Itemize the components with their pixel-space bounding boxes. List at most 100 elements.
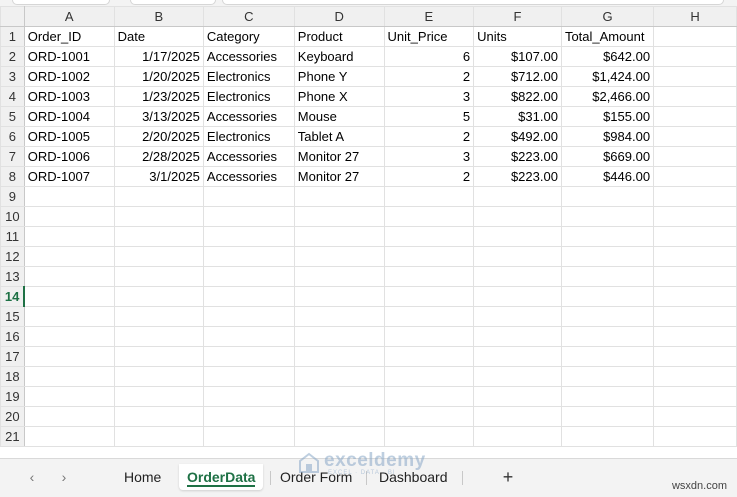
empty-cell[interactable] [653, 46, 737, 67]
data-cell[interactable]: $984.00 [560, 126, 655, 147]
empty-cell[interactable] [473, 346, 562, 367]
empty-cell[interactable] [293, 346, 385, 367]
empty-cell[interactable] [293, 186, 385, 207]
row-header[interactable]: 8 [0, 166, 25, 187]
data-cell[interactable]: Accessories [202, 146, 295, 167]
data-cell[interactable]: Tablet A [293, 126, 385, 147]
data-cell[interactable]: 3/1/2025 [113, 166, 204, 187]
empty-cell[interactable] [653, 186, 737, 207]
empty-cell[interactable] [473, 206, 562, 227]
empty-cell[interactable] [653, 106, 737, 127]
empty-cell[interactable] [653, 26, 737, 47]
data-cell[interactable]: $223.00 [473, 146, 562, 167]
empty-cell[interactable] [202, 326, 295, 347]
tab-orderdata[interactable]: OrderData [179, 464, 264, 490]
empty-cell[interactable] [653, 126, 737, 147]
column-header-h[interactable]: H [653, 6, 737, 27]
empty-cell[interactable] [113, 426, 204, 447]
data-cell[interactable]: 2 [383, 166, 475, 187]
data-cell[interactable]: 2 [383, 126, 475, 147]
empty-cell[interactable] [23, 226, 115, 247]
empty-cell[interactable] [113, 306, 204, 327]
empty-cell[interactable] [560, 326, 655, 347]
empty-cell[interactable] [202, 366, 295, 387]
empty-cell[interactable] [560, 306, 655, 327]
data-cell[interactable]: 6 [383, 46, 475, 67]
tab-dashboard[interactable]: Dashboard [371, 464, 456, 490]
empty-cell[interactable] [202, 266, 295, 287]
empty-cell[interactable] [560, 366, 655, 387]
header-cell[interactable]: Order_ID [23, 26, 115, 47]
row-header[interactable]: 10 [0, 206, 25, 227]
empty-cell[interactable] [653, 366, 737, 387]
data-cell[interactable]: Phone Y [293, 66, 385, 87]
empty-cell[interactable] [383, 226, 475, 247]
data-cell[interactable]: 3 [383, 146, 475, 167]
row-header[interactable]: 11 [0, 226, 25, 247]
add-sheet-button[interactable]: + [498, 464, 518, 490]
empty-cell[interactable] [383, 186, 475, 207]
empty-cell[interactable] [383, 386, 475, 407]
column-header-g[interactable]: G [560, 6, 655, 27]
empty-cell[interactable] [202, 346, 295, 367]
empty-cell[interactable] [23, 346, 115, 367]
data-cell[interactable]: Keyboard [293, 46, 385, 67]
empty-cell[interactable] [293, 326, 385, 347]
header-cell[interactable]: Total_Amount [560, 26, 655, 47]
empty-cell[interactable] [202, 426, 295, 447]
data-cell[interactable]: 1/20/2025 [113, 66, 204, 87]
empty-cell[interactable] [113, 186, 204, 207]
empty-cell[interactable] [383, 366, 475, 387]
row-header[interactable]: 17 [0, 346, 25, 367]
column-header-f[interactable]: F [473, 6, 562, 27]
data-cell[interactable]: Phone X [293, 86, 385, 107]
data-cell[interactable]: 5 [383, 106, 475, 127]
empty-cell[interactable] [653, 406, 737, 427]
column-header-c[interactable]: C [202, 6, 295, 27]
empty-cell[interactable] [560, 426, 655, 447]
data-cell[interactable]: $822.00 [473, 86, 562, 107]
empty-cell[interactable] [383, 326, 475, 347]
data-cell[interactable]: Accessories [202, 166, 295, 187]
empty-cell[interactable] [560, 246, 655, 267]
data-cell[interactable]: $31.00 [473, 106, 562, 127]
empty-cell[interactable] [560, 406, 655, 427]
empty-cell[interactable] [113, 266, 204, 287]
data-cell[interactable]: $492.00 [473, 126, 562, 147]
empty-cell[interactable] [653, 66, 737, 87]
empty-cell[interactable] [473, 426, 562, 447]
empty-cell[interactable] [293, 286, 385, 307]
empty-cell[interactable] [473, 406, 562, 427]
data-cell[interactable]: Accessories [202, 106, 295, 127]
tab-home[interactable]: Home [116, 464, 169, 490]
data-cell[interactable]: Monitor 27 [293, 166, 385, 187]
empty-cell[interactable] [23, 266, 115, 287]
empty-cell[interactable] [113, 246, 204, 267]
data-cell[interactable]: $2,466.00 [560, 86, 655, 107]
empty-cell[interactable] [653, 286, 737, 307]
data-cell[interactable]: $1,424.00 [560, 66, 655, 87]
header-cell[interactable]: Units [473, 26, 562, 47]
empty-cell[interactable] [23, 326, 115, 347]
empty-cell[interactable] [23, 306, 115, 327]
empty-cell[interactable] [23, 286, 115, 307]
row-header[interactable]: 20 [0, 406, 25, 427]
row-header[interactable]: 12 [0, 246, 25, 267]
data-cell[interactable]: $155.00 [560, 106, 655, 127]
empty-cell[interactable] [293, 386, 385, 407]
header-cell[interactable]: Unit_Price [383, 26, 475, 47]
empty-cell[interactable] [383, 346, 475, 367]
row-header[interactable]: 18 [0, 366, 25, 387]
data-cell[interactable]: 3 [383, 86, 475, 107]
empty-cell[interactable] [560, 386, 655, 407]
empty-cell[interactable] [23, 366, 115, 387]
data-cell[interactable]: $642.00 [560, 46, 655, 67]
empty-cell[interactable] [202, 406, 295, 427]
empty-cell[interactable] [560, 186, 655, 207]
empty-cell[interactable] [473, 186, 562, 207]
row-header[interactable]: 6 [0, 126, 25, 147]
empty-cell[interactable] [383, 406, 475, 427]
empty-cell[interactable] [473, 266, 562, 287]
data-cell[interactable]: ORD-1002 [23, 66, 115, 87]
column-header-b[interactable]: B [113, 6, 204, 27]
